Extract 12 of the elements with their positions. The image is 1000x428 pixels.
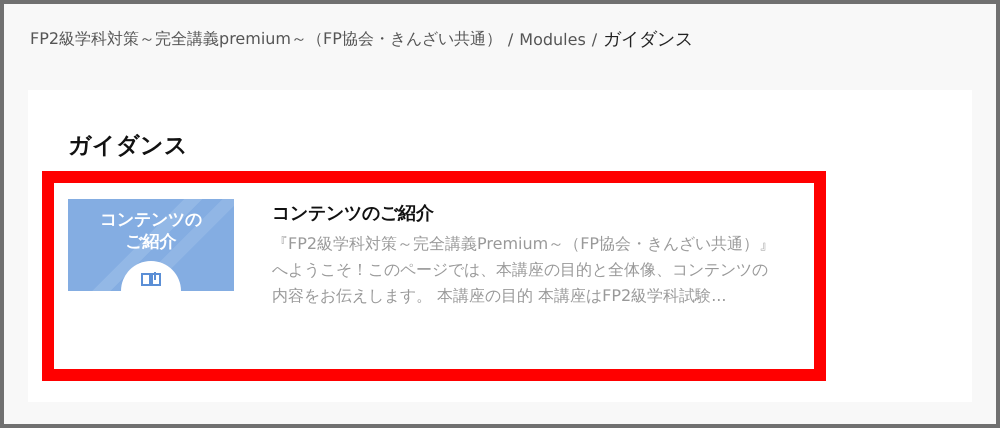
banner-text: コンテンツの: [100, 209, 202, 231]
banner-text: ご紹介: [126, 231, 176, 253]
module-title: ガイダンス: [68, 132, 189, 161]
breadcrumb-link[interactable]: Modules: [519, 30, 586, 48]
breadcrumb-current: ガイダンス: [603, 28, 694, 51]
item-title: コンテンツのご紹介: [272, 202, 435, 225]
breadcrumb-separator: /: [508, 30, 514, 48]
breadcrumb-link[interactable]: FP2級学科対策～完全講義premium～（FP協会・きんざい共通）: [30, 28, 502, 50]
content-item[interactable]: コンテンツの ご紹介 コンテンツのご紹介 『FP2級学科対策～完全講義Premium～（FP協会・きんざい共通）』へようこそ！このページでは、本講座の目的と全体像、コンテンツの内容をお伝えします。 本講座の目的 本講座はFP2級学科試験...: [42, 171, 826, 381]
book-icon: [140, 271, 162, 287]
breadcrumb-separator: /: [592, 30, 598, 48]
item-description: 『FP2級学科対策～完全講義Premium～（FP協会・きんざい共通）』へようこそ！このページでは、本講座の目的と全体像、コンテンツの内容をお伝えします。 本講座の目的 本講座はFP2級学科試験...: [272, 233, 776, 307]
